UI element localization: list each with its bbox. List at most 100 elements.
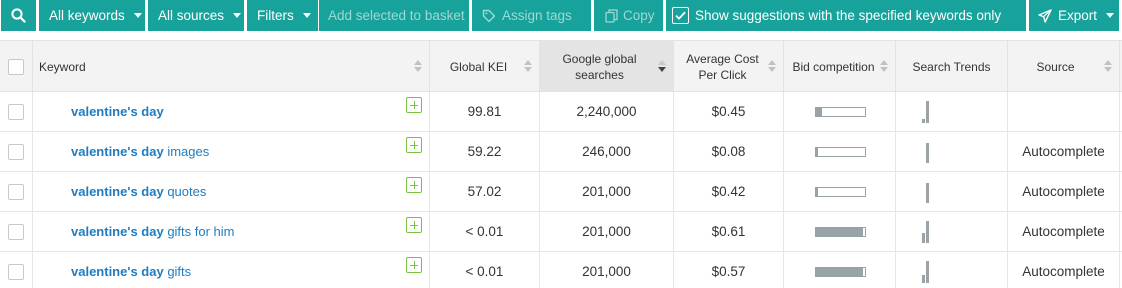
keyword-seed-text: valentine's day bbox=[71, 184, 164, 199]
search-button[interactable] bbox=[1, 0, 36, 31]
bid-competition-fill bbox=[816, 227, 864, 236]
keyword-suffix-text: gifts for him bbox=[163, 224, 235, 239]
send-icon bbox=[1038, 8, 1052, 23]
keyword-cell[interactable]: valentine's day quotes bbox=[33, 172, 430, 211]
keyword-cell[interactable]: valentine's day gifts for him bbox=[33, 212, 430, 251]
trend-bar bbox=[926, 220, 929, 243]
bid-competition-bar bbox=[815, 186, 866, 197]
sort-desc-icon bbox=[658, 60, 666, 73]
search-trends-cell bbox=[896, 212, 1008, 251]
assign-tags-button[interactable]: Assign tags bbox=[472, 0, 591, 31]
all-sources-dropdown[interactable]: All sources bbox=[148, 0, 244, 31]
column-header-searches[interactable]: Google global searches bbox=[540, 41, 674, 92]
table-row[interactable]: valentine's day quotes 57.02 201,000 $0.42 A… bbox=[0, 172, 1122, 212]
add-to-basket-icon[interactable] bbox=[406, 137, 422, 153]
keyword-cell[interactable]: valentine's day bbox=[33, 92, 430, 131]
copy-icon bbox=[605, 8, 618, 23]
table-row[interactable]: valentine's day 99.81 2,240,000 $0.45 bbox=[0, 92, 1122, 132]
row-select-cell bbox=[0, 172, 33, 211]
bid-competition-cell bbox=[784, 252, 896, 288]
add-to-basket-icon[interactable] bbox=[406, 177, 422, 193]
bid-competition-cell bbox=[784, 92, 896, 131]
keyword-suffix-text: quotes bbox=[163, 184, 207, 199]
sort-icon bbox=[524, 60, 532, 73]
row-checkbox[interactable] bbox=[8, 263, 24, 280]
column-header-source[interactable]: Source bbox=[1008, 41, 1120, 92]
searches-cell: 201,000 bbox=[540, 172, 674, 211]
trend-bar bbox=[926, 100, 929, 123]
cpc-cell: $0.08 bbox=[674, 132, 784, 171]
source-cell bbox=[1008, 92, 1120, 131]
bid-competition-fill bbox=[816, 267, 864, 276]
add-to-basket-icon[interactable] bbox=[406, 217, 422, 233]
search-trends-cell bbox=[896, 132, 1008, 171]
add-to-basket-icon[interactable] bbox=[406, 257, 422, 273]
table-row[interactable]: valentine's day images 59.22 246,000 $0.08 A… bbox=[0, 132, 1122, 172]
column-header-bid[interactable]: Bid competition bbox=[784, 41, 896, 92]
sort-icon bbox=[1104, 60, 1112, 73]
column-label: Average Cost Per Click bbox=[686, 51, 759, 82]
table-row[interactable]: valentine's day gifts < 0.01 201,000 $0.57 A… bbox=[0, 252, 1122, 288]
kei-cell: 99.81 bbox=[430, 92, 540, 131]
keyword-seed-text: valentine's day bbox=[71, 144, 164, 159]
search-trends-sparkline bbox=[922, 260, 942, 283]
bid-competition-cell bbox=[784, 172, 896, 211]
add-to-basket-label: Add selected to basket bbox=[328, 8, 465, 23]
search-trends-cell bbox=[896, 252, 1008, 288]
source-cell: Autocomplete bbox=[1008, 132, 1120, 171]
kei-cell: 57.02 bbox=[430, 172, 540, 211]
keyword-seed-text: valentine's day bbox=[71, 264, 164, 279]
copy-label: Copy bbox=[623, 8, 655, 23]
column-label: Global KEI bbox=[449, 59, 508, 74]
search-trends-sparkline bbox=[922, 220, 942, 243]
select-all-checkbox[interactable] bbox=[8, 58, 24, 75]
source-cell: Autocomplete bbox=[1008, 172, 1120, 211]
column-header-cpc[interactable]: Average Cost Per Click bbox=[674, 41, 784, 92]
searches-cell: 2,240,000 bbox=[540, 92, 674, 131]
export-label: Export bbox=[1058, 8, 1098, 23]
source-cell: Autocomplete bbox=[1008, 252, 1120, 288]
column-header-kei[interactable]: Global KEI bbox=[430, 41, 540, 92]
search-trends-sparkline bbox=[922, 100, 942, 123]
chevron-down-icon bbox=[302, 13, 311, 18]
add-to-basket-icon[interactable] bbox=[406, 97, 422, 113]
filters-dropdown[interactable]: Filters bbox=[247, 0, 318, 31]
show-suggestions-toggle[interactable]: Show suggestions with the specified keyw… bbox=[666, 0, 1026, 31]
tag-icon bbox=[482, 9, 496, 23]
column-header-keyword[interactable]: Keyword bbox=[33, 41, 430, 92]
column-label: Keyword bbox=[39, 59, 86, 74]
row-checkbox[interactable] bbox=[8, 103, 24, 120]
row-checkbox[interactable] bbox=[8, 223, 24, 240]
trend-bar bbox=[922, 232, 925, 243]
row-select-cell bbox=[0, 252, 33, 288]
keyword-seed-text: valentine's day bbox=[71, 224, 164, 239]
all-keywords-label: All keywords bbox=[49, 8, 125, 23]
searches-cell: 201,000 bbox=[540, 212, 674, 251]
copy-button[interactable]: Copy bbox=[594, 0, 663, 31]
export-dropdown[interactable]: Export bbox=[1029, 0, 1119, 31]
add-to-basket-button[interactable]: Add selected to basket bbox=[319, 0, 469, 31]
kei-cell: < 0.01 bbox=[430, 252, 540, 288]
select-all-cell bbox=[0, 41, 33, 92]
row-select-cell bbox=[0, 212, 33, 251]
cpc-cell: $0.61 bbox=[674, 212, 784, 251]
search-trends-sparkline bbox=[922, 181, 942, 203]
show-suggestions-checkbox[interactable] bbox=[672, 7, 689, 24]
table-header: Keyword Global KEI Google global searche… bbox=[0, 40, 1122, 92]
keyword-seed-text: valentine's day bbox=[71, 104, 164, 119]
row-select-cell bbox=[0, 92, 33, 131]
trend-bar bbox=[926, 182, 929, 203]
bid-competition-cell bbox=[784, 132, 896, 171]
all-sources-label: All sources bbox=[158, 8, 225, 23]
keyword-cell[interactable]: valentine's day images bbox=[33, 132, 430, 171]
all-keywords-dropdown[interactable]: All keywords bbox=[39, 0, 145, 31]
keyword-cell[interactable]: valentine's day gifts bbox=[33, 252, 430, 288]
row-checkbox[interactable] bbox=[8, 143, 24, 160]
row-select-cell bbox=[0, 132, 33, 171]
column-label: Source bbox=[1036, 59, 1075, 74]
toolbar: All keywords All sources Filters Add sel… bbox=[0, 0, 1122, 31]
bid-competition-fill bbox=[816, 187, 818, 196]
table-row[interactable]: valentine's day gifts for him < 0.01 201,0… bbox=[0, 212, 1122, 252]
row-checkbox[interactable] bbox=[8, 183, 24, 200]
bid-competition-fill bbox=[816, 107, 822, 116]
